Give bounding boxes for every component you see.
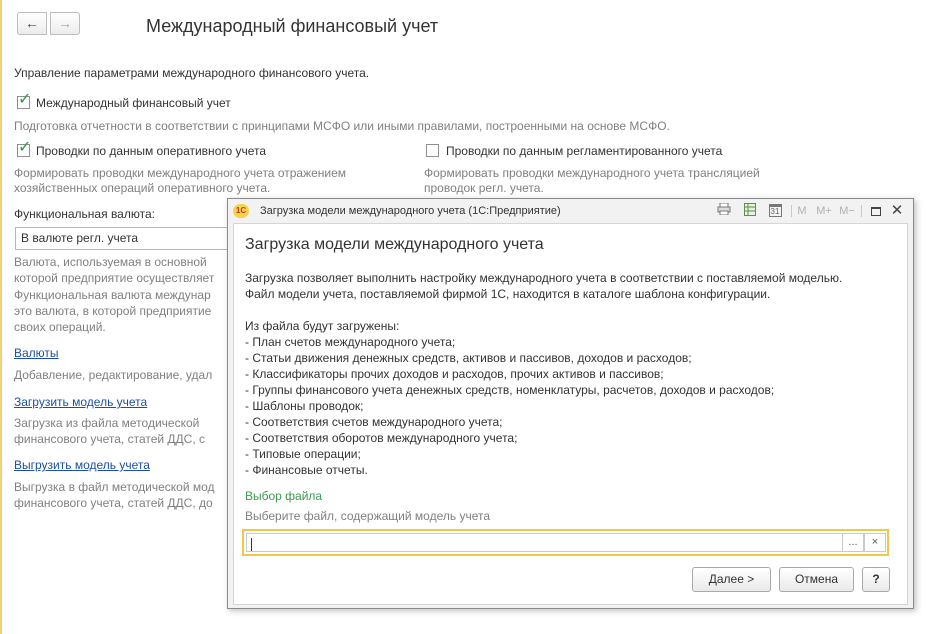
arrow-right-icon: → xyxy=(58,15,72,31)
toolbar-separator xyxy=(861,205,862,217)
clear-file-button[interactable]: × xyxy=(864,533,886,552)
list-header: Из файла будут загружены: xyxy=(245,319,400,333)
currency-hint-line2: которой предприятие осуществляет xyxy=(14,271,215,285)
list-item: - Статьи движения денежных средств, акти… xyxy=(245,351,692,365)
currency-hint-line4: это валюта, в которой предприятие xyxy=(14,304,212,318)
operational-checkbox[interactable]: ✓ xyxy=(17,140,31,157)
text-cursor xyxy=(251,538,252,551)
operational-checkbox-label[interactable]: Проводки по данным оперативного учета xyxy=(36,144,266,158)
currency-hint-line1: Валюта, используемая в основной xyxy=(14,255,207,269)
browse-file-button[interactable]: ... xyxy=(842,533,864,552)
currency-hint-line5: своих операций. xyxy=(14,320,106,334)
window-left-edge xyxy=(0,0,2,634)
unload-model-hint-line2: финансового учета, статей ДДС, до xyxy=(14,496,213,510)
file-path-input[interactable]: ... × xyxy=(242,529,889,556)
regulated-hint-line1: Формировать проводки международного учет… xyxy=(424,166,760,180)
page-title: Международный финансовый учет xyxy=(146,16,439,36)
currencies-hint: Добавление, редактирование, удал xyxy=(14,368,213,382)
checkmark-icon: ✓ xyxy=(18,91,32,108)
operational-hint-line1: Формировать проводки международного учет… xyxy=(14,166,347,180)
list-item: - Классификаторы прочих доходов и расход… xyxy=(245,367,664,381)
ifrs-checkbox-label[interactable]: Международный финансовый учет xyxy=(36,96,231,110)
currency-value: В валюте регл. учета xyxy=(21,231,139,245)
load-model-dialog: 1С Загрузка модели международного учета … xyxy=(227,198,914,609)
ifrs-checkbox[interactable]: ✓ xyxy=(17,92,31,109)
print-icon[interactable] xyxy=(716,202,732,219)
file-section-title: Выбор файла xyxy=(245,489,323,503)
regulated-hint-line2: проводок регл. учета. xyxy=(424,181,544,195)
ifrs-hint: Подготовка отчетности в соответствии с п… xyxy=(14,119,670,133)
dialog-window-title: Загрузка модели международного учета (1С… xyxy=(260,205,561,217)
unload-model-link[interactable]: Выгрузить модель учета xyxy=(14,458,150,472)
currencies-link[interactable]: Валюты xyxy=(14,346,59,360)
memory-minus-icon[interactable]: M− xyxy=(837,203,857,219)
load-model-link[interactable]: Загрузить модель учета xyxy=(14,395,147,409)
dialog-heading: Загрузка модели международного учета xyxy=(245,236,544,253)
unload-model-hint-line1: Выгрузка в файл методической мод xyxy=(14,480,215,494)
next-button[interactable]: Далее > xyxy=(692,567,771,592)
currency-hint-line3: Функциональная валюта междунар xyxy=(14,288,211,302)
list-item: - Шаблоны проводок; xyxy=(245,399,364,413)
description-line1: Загрузка позволяет выполнить настройку м… xyxy=(245,271,843,285)
regulated-checkbox[interactable] xyxy=(426,144,439,157)
currency-field[interactable]: В валюте регл. учета xyxy=(15,227,245,250)
forward-button[interactable]: → xyxy=(50,12,80,35)
1c-logo-icon: 1С xyxy=(233,204,249,218)
file-path-text[interactable] xyxy=(246,533,842,552)
load-model-hint-line1: Загрузка из файла методической xyxy=(14,416,200,430)
dialog-titlebar: 1С Загрузка модели международного учета … xyxy=(228,199,913,223)
list-item: - Финансовые отчеты. xyxy=(245,463,368,477)
list-item: - Типовые операции; xyxy=(245,447,361,461)
checkmark-icon: ✓ xyxy=(18,139,32,156)
spreadsheet-icon[interactable] xyxy=(742,203,758,219)
intro-text: Управление параметрами международного фи… xyxy=(14,66,370,80)
currency-label: Функциональная валюта: xyxy=(14,207,155,221)
load-model-hint-line2: финансового учета, статей ДДС, с xyxy=(14,432,206,446)
calendar-icon[interactable]: 31 xyxy=(767,203,783,219)
dialog-body: Загрузка модели международного учета Заг… xyxy=(233,223,908,605)
list-item: - План счетов международного учета; xyxy=(245,335,456,349)
memory-plus-icon[interactable]: M+ xyxy=(814,203,834,219)
close-icon[interactable]: ✕ xyxy=(889,203,905,219)
arrow-left-icon: ← xyxy=(25,15,39,31)
list-item: - Соответствия счетов международного уче… xyxy=(245,415,503,429)
maximize-icon[interactable] xyxy=(868,203,884,219)
file-hint: Выберите файл, содержащий модель учета xyxy=(245,509,491,523)
help-button[interactable]: ? xyxy=(862,567,890,592)
cancel-button[interactable]: Отмена xyxy=(779,567,854,592)
regulated-checkbox-label[interactable]: Проводки по данным регламентированного у… xyxy=(446,144,722,158)
back-button[interactable]: ← xyxy=(17,12,47,35)
list-item: - Группы финансового учета денежных сред… xyxy=(245,383,775,397)
operational-hint-line2: хозяйственных операций оперативного учет… xyxy=(14,181,271,195)
list-item: - Соответствия оборотов международного у… xyxy=(245,431,518,445)
memory-icon[interactable]: M xyxy=(794,203,810,219)
description-line2: Файл модели учета, поставляемой фирмой 1… xyxy=(245,287,771,301)
toolbar-separator xyxy=(791,205,792,217)
